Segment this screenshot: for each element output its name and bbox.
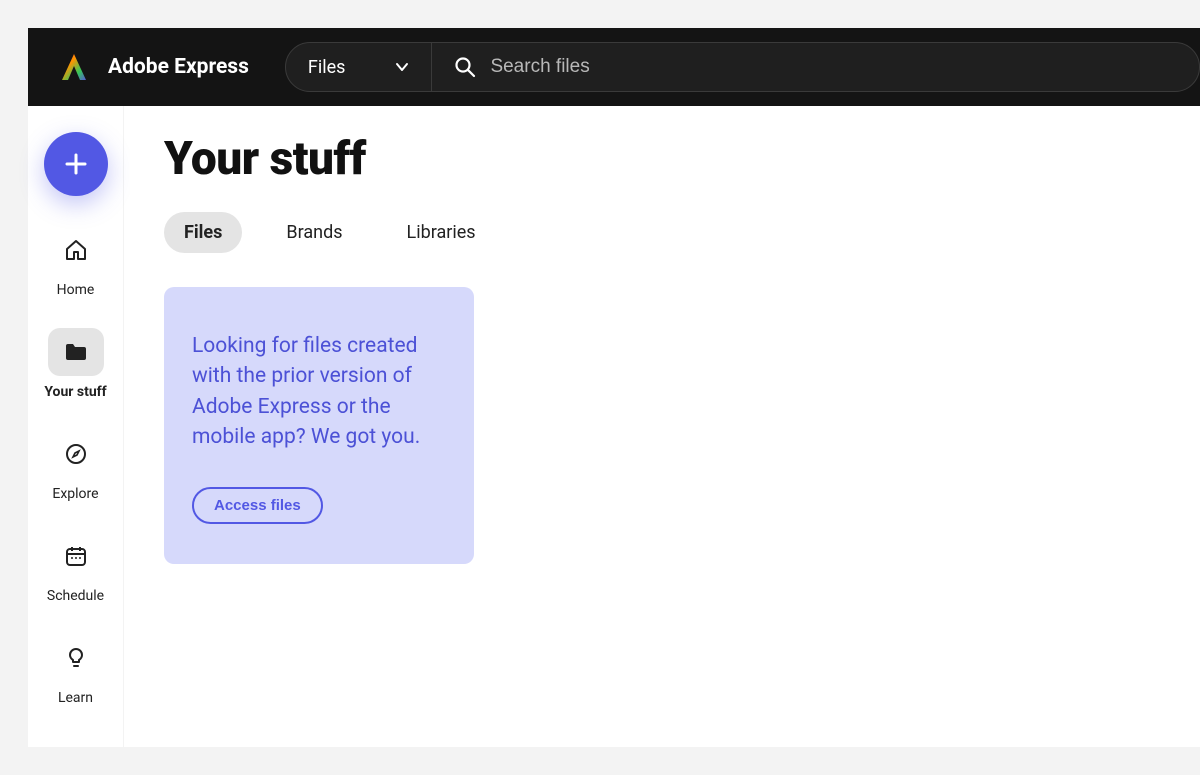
search-input-wrap <box>432 56 1199 78</box>
tab-libraries[interactable]: Libraries <box>387 212 496 253</box>
chevron-down-icon <box>395 60 409 74</box>
sidebar-item-label: Home <box>57 282 95 298</box>
folder-icon <box>64 342 88 362</box>
search-bar: Files <box>285 42 1200 92</box>
topbar: Adobe Express Files <box>28 28 1200 106</box>
home-icon <box>64 238 88 262</box>
tab-brands[interactable]: Brands <box>266 212 362 253</box>
sidebar-item-label: Learn <box>58 690 93 706</box>
tab-files[interactable]: Files <box>164 212 242 253</box>
search-icon <box>454 56 476 78</box>
search-scope-dropdown[interactable]: Files <box>286 43 433 91</box>
page-title: Your stuff <box>164 132 1166 186</box>
sidebar-item-label: Your stuff <box>44 384 106 400</box>
sidebar-item-schedule[interactable]: Schedule <box>28 532 123 604</box>
body: Home Your stuff Explore <box>28 106 1200 747</box>
sidebar-item-label: Schedule <box>47 588 104 604</box>
legacy-files-message: Looking for files created with the prior… <box>192 331 446 453</box>
calendar-icon <box>64 544 88 568</box>
sidebar-item-explore[interactable]: Explore <box>28 430 123 502</box>
access-files-button[interactable]: Access files <box>192 487 323 524</box>
sidebar-item-your-stuff[interactable]: Your stuff <box>28 328 123 400</box>
plus-icon <box>63 151 89 177</box>
main-content: Your stuff Files Brands Libraries Lookin… <box>130 106 1200 747</box>
brand: Adobe Express <box>58 51 249 83</box>
search-scope-label: Files <box>308 57 346 78</box>
legacy-files-card: Looking for files created with the prior… <box>164 287 474 564</box>
sidebar-item-learn[interactable]: Learn <box>28 634 123 706</box>
app-frame: Adobe Express Files <box>28 28 1200 747</box>
compass-icon <box>64 442 88 466</box>
adobe-express-logo-icon <box>58 51 90 83</box>
sidebar-item-label: Explore <box>52 486 98 502</box>
brand-name: Adobe Express <box>108 55 249 79</box>
tabs: Files Brands Libraries <box>164 212 1166 253</box>
sidebar: Home Your stuff Explore <box>28 106 124 747</box>
sidebar-item-home[interactable]: Home <box>28 226 123 298</box>
create-button[interactable] <box>44 132 108 196</box>
search-input[interactable] <box>490 56 1199 78</box>
lightbulb-icon <box>64 646 88 670</box>
